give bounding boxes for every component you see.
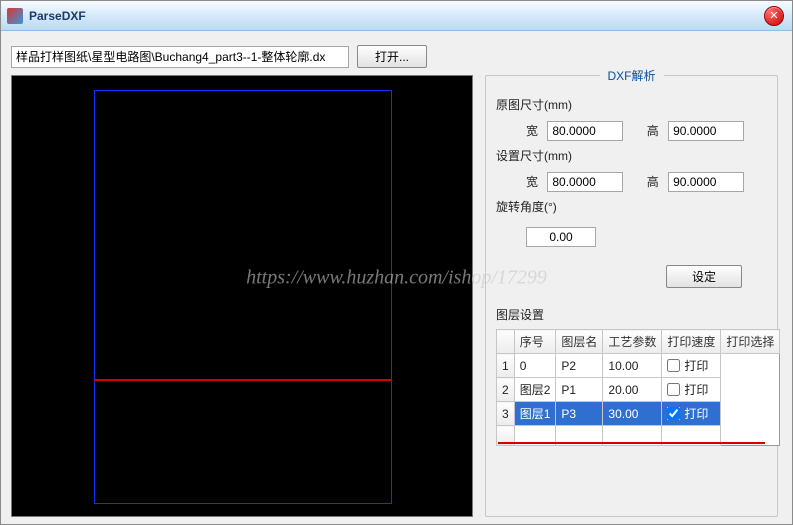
- rotation-input[interactable]: [526, 227, 596, 247]
- file-path-row: 打开...: [11, 45, 427, 68]
- titlebar: ParseDXF ✕: [1, 1, 792, 31]
- cell-print[interactable]: 打印: [662, 354, 721, 378]
- grid-red-line: [498, 442, 765, 444]
- set-button[interactable]: 设定: [666, 265, 742, 288]
- print-label: 打印: [684, 405, 708, 422]
- print-label: 打印: [684, 357, 708, 374]
- row-header[interactable]: 1: [497, 354, 515, 378]
- row-header[interactable]: 2: [497, 378, 515, 402]
- cell-speed[interactable]: 20.00: [603, 378, 662, 402]
- cell-print[interactable]: 打印: [662, 402, 721, 426]
- window-title: ParseDXF: [29, 9, 86, 23]
- cell-param[interactable]: P1: [556, 378, 603, 402]
- right-panel: DXF解析 原图尺寸(mm) 宽 高 设置尺寸(mm) 宽 高: [485, 75, 778, 517]
- app-icon: [7, 8, 23, 24]
- cell-param[interactable]: P3: [556, 402, 603, 426]
- set-width-input[interactable]: [547, 172, 623, 192]
- dxf-preview: [11, 75, 473, 517]
- group-title: DXF解析: [599, 67, 663, 84]
- set-height-input[interactable]: [668, 172, 744, 192]
- close-button[interactable]: ✕: [764, 6, 784, 26]
- orig-height-label: 高: [647, 122, 659, 139]
- set-size-label: 设置尺寸(mm): [496, 147, 767, 164]
- header-index[interactable]: 序号: [514, 330, 556, 354]
- orig-width-label: 宽: [526, 122, 538, 139]
- header-corner: [497, 330, 515, 354]
- orig-height-input[interactable]: [668, 121, 744, 141]
- print-label: 打印: [684, 381, 708, 398]
- file-path-input[interactable]: [11, 46, 349, 68]
- table-row[interactable]: 2 图层2 P1 20.00 打印: [497, 378, 780, 402]
- cell-param[interactable]: P2: [556, 354, 603, 378]
- set-width-label: 宽: [526, 173, 538, 190]
- cell-layer[interactable]: 图层1: [514, 402, 556, 426]
- print-checkbox[interactable]: [667, 407, 680, 420]
- content-area: 打开... DXF解析 原图尺寸(mm) 宽 高 设置尺寸(mm): [1, 31, 792, 524]
- set-height-label: 高: [647, 173, 659, 190]
- orig-width-input[interactable]: [547, 121, 623, 141]
- rotation-label: 旋转角度(°): [496, 198, 767, 215]
- cell-layer[interactable]: 图层2: [514, 378, 556, 402]
- cell-layer[interactable]: 0: [514, 354, 556, 378]
- orig-size-label: 原图尺寸(mm): [496, 96, 767, 113]
- open-button[interactable]: 打开...: [357, 45, 427, 68]
- table-row[interactable]: 1 0 P2 10.00 打印: [497, 354, 780, 378]
- outline-rect: [94, 90, 392, 504]
- preview-red-line: [94, 379, 392, 381]
- layer-table[interactable]: 序号 图层名 工艺参数 打印速度 打印选择 1 0 P2 10.00: [496, 329, 780, 446]
- app-window: ParseDXF ✕ 打开... DXF解析 原图尺寸(mm) 宽 高: [0, 0, 793, 525]
- print-checkbox[interactable]: [667, 383, 680, 396]
- cell-speed[interactable]: 10.00: [603, 354, 662, 378]
- dxf-parse-group: DXF解析 原图尺寸(mm) 宽 高 设置尺寸(mm) 宽 高: [485, 75, 778, 517]
- table-header-row: 序号 图层名 工艺参数 打印速度 打印选择: [497, 330, 780, 354]
- cell-print[interactable]: 打印: [662, 378, 721, 402]
- header-speed[interactable]: 打印速度: [662, 330, 721, 354]
- table-row[interactable]: 3 图层1 P3 30.00 打印: [497, 402, 780, 426]
- header-print[interactable]: 打印选择: [721, 330, 780, 354]
- layer-settings-label: 图层设置: [496, 306, 767, 323]
- header-layer[interactable]: 图层名: [556, 330, 603, 354]
- header-param[interactable]: 工艺参数: [603, 330, 662, 354]
- cell-speed[interactable]: 30.00: [603, 402, 662, 426]
- print-checkbox[interactable]: [667, 359, 680, 372]
- row-header[interactable]: 3: [497, 402, 515, 426]
